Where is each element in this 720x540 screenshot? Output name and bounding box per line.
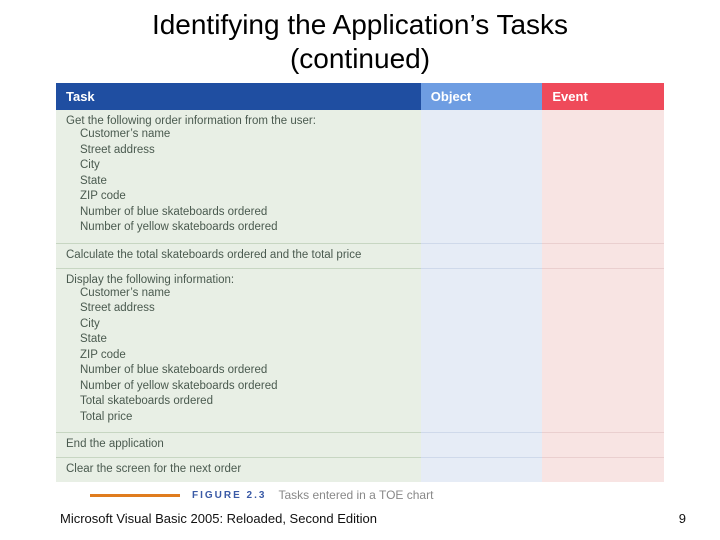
col-header-object: Object	[421, 83, 543, 110]
task-item: Customer’s name	[80, 286, 411, 302]
table-row: Display the following information:Custom…	[56, 268, 664, 433]
slide: Identifying the Application’s Tasks (con…	[0, 0, 720, 540]
table-header-row: Task Object Event	[56, 83, 664, 110]
task-item: State	[80, 174, 411, 190]
col-header-task: Task	[56, 83, 421, 110]
figure-caption: Tasks entered in a TOE chart	[278, 488, 433, 502]
toe-chart-figure: Task Object Event Get the following orde…	[56, 83, 664, 482]
task-item: Number of yellow skateboards ordered	[80, 379, 411, 395]
object-cell	[421, 268, 543, 433]
table-row: Clear the screen for the next order	[56, 458, 664, 483]
figure-label: FIGURE 2.3	[192, 490, 266, 501]
toe-table: Task Object Event Get the following orde…	[56, 83, 664, 482]
task-lead: Clear the screen for the next order	[66, 463, 411, 475]
table-row: Calculate the total skateboards ordered …	[56, 243, 664, 268]
task-items: Customer’s nameStreet addressCityStateZI…	[66, 286, 411, 426]
object-cell	[421, 110, 543, 243]
task-lead: End the application	[66, 438, 411, 450]
task-cell: Display the following information:Custom…	[56, 268, 421, 433]
slide-title: Identifying the Application’s Tasks (con…	[0, 8, 720, 83]
task-item: City	[80, 158, 411, 174]
event-cell	[542, 458, 664, 483]
object-cell	[421, 433, 543, 458]
title-line1: Identifying the Application’s Tasks	[152, 9, 568, 40]
task-lead: Calculate the total skateboards ordered …	[66, 249, 411, 261]
task-item: ZIP code	[80, 348, 411, 364]
caption-accent-bar	[90, 494, 180, 497]
task-items: Customer’s nameStreet addressCityStateZI…	[66, 127, 411, 236]
task-lead: Get the following order information from…	[66, 115, 411, 127]
object-cell	[421, 458, 543, 483]
footer-text: Microsoft Visual Basic 2005: Reloaded, S…	[60, 511, 377, 526]
task-item: Number of blue skateboards ordered	[80, 205, 411, 221]
task-item: Street address	[80, 301, 411, 317]
event-cell	[542, 243, 664, 268]
event-cell	[542, 268, 664, 433]
task-item: Total skateboards ordered	[80, 394, 411, 410]
figure-caption-row: FIGURE 2.3 Tasks entered in a TOE chart	[56, 488, 664, 502]
task-item: Total price	[80, 410, 411, 426]
task-item: State	[80, 332, 411, 348]
table-row: End the application	[56, 433, 664, 458]
task-cell: Get the following order information from…	[56, 110, 421, 243]
task-item: Number of yellow skateboards ordered	[80, 220, 411, 236]
slide-number: 9	[679, 511, 686, 526]
toe-table-body: Get the following order information from…	[56, 110, 664, 482]
table-row: Get the following order information from…	[56, 110, 664, 243]
event-cell	[542, 433, 664, 458]
title-line2: (continued)	[290, 43, 430, 74]
task-item: Street address	[80, 143, 411, 159]
task-cell: Clear the screen for the next order	[56, 458, 421, 483]
task-cell: End the application	[56, 433, 421, 458]
task-item: ZIP code	[80, 189, 411, 205]
col-header-event: Event	[542, 83, 664, 110]
event-cell	[542, 110, 664, 243]
task-item: City	[80, 317, 411, 333]
task-item: Customer’s name	[80, 127, 411, 143]
task-cell: Calculate the total skateboards ordered …	[56, 243, 421, 268]
object-cell	[421, 243, 543, 268]
task-item: Number of blue skateboards ordered	[80, 363, 411, 379]
task-lead: Display the following information:	[66, 274, 411, 286]
